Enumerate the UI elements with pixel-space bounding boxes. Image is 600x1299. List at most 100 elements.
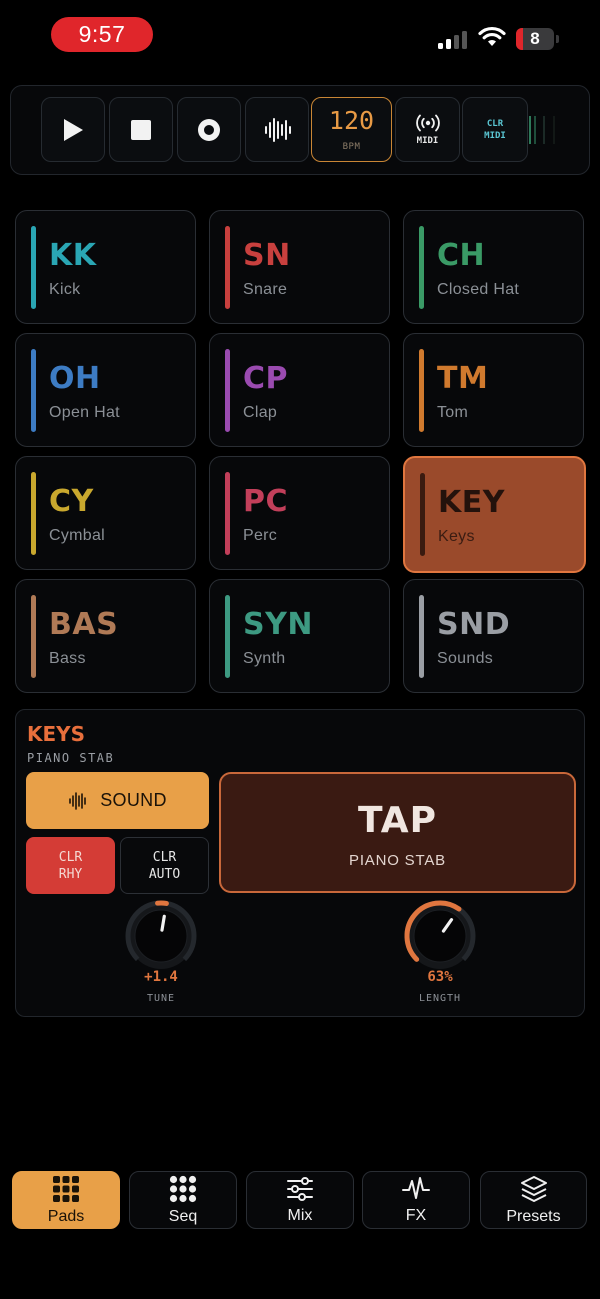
pad-sounds[interactable]: SND Sounds [403,579,584,693]
grid-icon [52,1175,80,1203]
cellular-signal-icon [438,31,468,49]
record-icon [198,118,220,141]
nav-fx[interactable]: FX [362,1171,470,1229]
pad-name: Tom [437,404,469,421]
pad-name: Closed Hat [437,281,520,298]
pad-name: Perc [243,527,278,544]
waveform-button[interactable] [245,97,309,162]
stop-icon [131,119,151,140]
pad-cymbal[interactable]: CY Cymbal [15,456,196,570]
bpm-label: BPM [342,141,361,152]
level-meter [529,116,559,146]
pad-code: OH [49,361,101,396]
pad-code: BAS [49,607,119,642]
stop-button[interactable] [109,97,173,162]
pad-code: CP [243,361,289,396]
status-time[interactable]: 9:57 [51,17,153,52]
nav-pads[interactable]: Pads [12,1171,120,1229]
record-button[interactable] [177,97,241,162]
pad-color-bar [225,472,230,555]
pad-name: Keys [438,528,475,545]
pad-name: Synth [243,650,286,667]
pad-color-bar [225,595,230,678]
status-bar: 9:57 8 [0,0,600,70]
clear-midi-line1: CLR [486,118,504,129]
length-knob[interactable] [400,896,480,976]
length-value: 63% [427,969,453,985]
clear-rhythm-line1: CLR [58,849,83,865]
pad-color-bar [31,472,36,555]
pad-color-bar [31,349,36,432]
pad-name: Bass [49,650,86,667]
pad-closed-hat[interactable]: CH Closed Hat [403,210,584,324]
pad-code: SND [437,607,511,642]
bpm-control[interactable]: 120 BPM [311,97,392,162]
nav-label: Seq [168,1207,198,1225]
pad-kick[interactable]: KK Kick [15,210,196,324]
pad-color-bar [225,226,230,309]
sound-button-label: SOUND [100,790,167,810]
pad-bass[interactable]: BAS Bass [15,579,196,693]
dots-grid-icon [169,1175,197,1203]
play-button[interactable] [41,97,105,162]
pad-snare[interactable]: SN Snare [209,210,390,324]
pad-name: Open Hat [49,404,120,421]
instrument-panel: KEYS PIANO STAB SOUND CLR RHY CLR AUTO T… [15,709,585,1017]
pad-code: KEY [438,485,505,520]
pad-name: Cymbal [49,527,106,544]
nav-label: Presets [506,1207,561,1225]
pad-keys[interactable]: KEY Keys [403,456,586,573]
battery-indicator: 8 [516,28,554,50]
tap-subtitle: PIANO STAB [349,852,446,869]
length-label: LENGTH [418,993,462,1004]
pulse-icon [402,1176,430,1202]
clear-automation-line1: CLR [152,849,177,865]
clear-rhythm-button[interactable]: CLR RHY [26,837,115,894]
pad-synth[interactable]: SYN Synth [209,579,390,693]
instrument-title: KEYS [27,722,86,746]
pad-color-bar [31,226,36,309]
nav-label: Mix [287,1206,313,1224]
pad-color-bar [225,349,230,432]
midi-button[interactable]: MIDI [395,97,460,162]
nav-seq[interactable]: Seq [129,1171,237,1229]
sliders-icon [286,1176,314,1202]
tap-title: TAP [357,800,437,841]
transport-bar: 120 BPM MIDI CLR MIDI [10,85,590,175]
bpm-value: 120 [328,105,375,135]
pad-code: CY [49,484,94,519]
pad-code: TM [437,361,489,396]
pad-code: CH [437,238,486,273]
play-icon [64,118,83,141]
nav-label: FX [405,1206,427,1224]
broadcast-icon [415,114,440,131]
tune-knob-dial [125,900,197,969]
pad-code: PC [243,484,289,519]
pad-name: Clap [243,404,278,421]
pad-code: SYN [243,607,313,642]
pad-open-hat[interactable]: OH Open Hat [15,333,196,447]
midi-label: MIDI [416,135,439,146]
pad-code: KK [49,238,97,273]
tune-knob[interactable] [121,896,201,976]
length-knob-dial [404,900,476,969]
pad-color-bar [31,595,36,678]
pad-tom[interactable]: TM Tom [403,333,584,447]
clear-midi-button[interactable]: CLR MIDI [462,97,528,162]
instrument-subtitle: PIANO STAB [27,751,115,765]
nav-mix[interactable]: Mix [246,1171,354,1229]
nav-label: Pads [47,1207,85,1225]
tap-pad[interactable]: TAP PIANO STAB [219,772,576,893]
pad-name: Snare [243,281,288,298]
pad-clap[interactable]: CP Clap [209,333,390,447]
pad-name: Kick [49,281,81,298]
tune-value: +1.4 [144,969,178,985]
nav-presets[interactable]: Presets [480,1171,587,1229]
waveform-icon [265,117,291,142]
clear-automation-button[interactable]: CLR AUTO [120,837,209,894]
battery-level: 8 [530,29,540,48]
sound-button[interactable]: SOUND [26,772,209,829]
clear-rhythm-line2: RHY [58,866,83,882]
pad-color-bar [419,595,424,678]
pad-perc[interactable]: PC Perc [209,456,390,570]
